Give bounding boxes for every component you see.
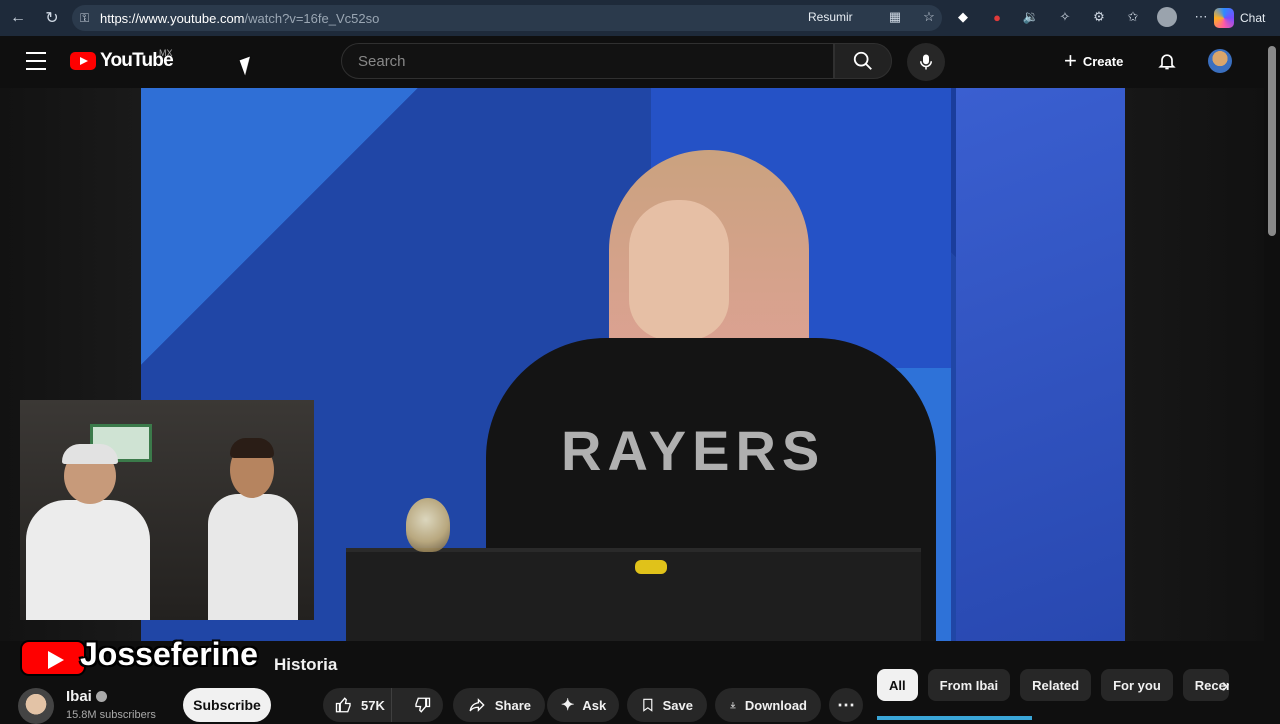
chip-from-channel[interactable]: From Ibai <box>927 669 1011 701</box>
extensions-puzzle-icon[interactable]: ✧ <box>1054 6 1076 28</box>
site-info-icon[interactable]: ⚿ <box>80 11 96 26</box>
url-host: https://www.youtube.com <box>100 10 245 26</box>
chip-all[interactable]: All <box>877 669 918 701</box>
summarize-button[interactable]: Resumir <box>808 10 853 24</box>
recommendation-chips: All From Ibai Related For you Recen <box>877 669 1229 701</box>
chevron-right-icon: › <box>1221 674 1229 697</box>
streamer-left <box>26 444 150 620</box>
jacket-lettering: RAYERS <box>561 419 826 482</box>
sparkle-icon: ✦ <box>561 697 575 714</box>
hamburger-menu-icon[interactable] <box>26 52 46 70</box>
search-placeholder: Search <box>358 52 406 70</box>
download-label: Download <box>744 697 807 713</box>
channel-avatar[interactable] <box>18 688 54 724</box>
plus-icon: + <box>1064 48 1077 73</box>
like-count: 57K <box>361 697 385 713</box>
more-options-icon[interactable]: ⋯ <box>1190 6 1212 28</box>
share-label: Share <box>494 697 531 713</box>
ask-label: Ask <box>582 697 607 713</box>
account-avatar[interactable] <box>1208 49 1232 73</box>
youtube-watermark-icon <box>20 640 86 676</box>
background-shape <box>956 88 1125 641</box>
reload-icon[interactable]: ↻ <box>37 3 67 33</box>
notifications-button[interactable] <box>1154 48 1180 74</box>
channel-name[interactable]: Ibai <box>66 688 107 705</box>
copilot-chat-button[interactable]: Chat <box>1214 6 1265 30</box>
recommendation-thumbnail[interactable] <box>877 716 1032 720</box>
ask-button[interactable]: ✦ Ask <box>547 688 619 722</box>
webcam-overlay <box>20 400 314 620</box>
back-icon[interactable]: ← <box>3 3 33 33</box>
save-label: Save <box>662 697 693 713</box>
dislike-button[interactable] <box>400 688 443 722</box>
search-button[interactable] <box>834 43 892 79</box>
volume-icon[interactable]: 🔉 <box>1020 6 1042 28</box>
bookmark-icon <box>643 698 653 712</box>
performance-icon[interactable]: ⚙ <box>1088 6 1110 28</box>
country-code: MX <box>159 48 173 58</box>
download-icon <box>730 702 736 709</box>
url-path: /watch?v=16fe_Vc52so <box>244 10 380 26</box>
ambient-right <box>1125 88 1264 641</box>
chip-related[interactable]: Related <box>1020 669 1092 701</box>
video-title: Historia <box>274 655 338 674</box>
thumbs-up-icon <box>335 697 351 713</box>
save-button[interactable]: Save <box>627 688 707 722</box>
share-button[interactable]: Share <box>453 688 545 722</box>
search-icon <box>853 51 872 70</box>
profile-icon[interactable] <box>1156 6 1178 28</box>
browser-toolbar: ← ↻ ⚿ https://www.youtube.com/watch?v=16… <box>0 0 1280 36</box>
extension-diamond-icon[interactable]: ◆ <box>952 6 974 28</box>
more-horizontal-icon: ⋯ <box>837 694 855 715</box>
extension-icons: ▦ ☆ ◆ ● 🔉 ✧ ⚙ ✩ ⋯ <box>884 6 1212 28</box>
chat-label: Chat <box>1240 11 1266 25</box>
page-scrollbar[interactable] <box>1264 36 1280 720</box>
extension-red-icon[interactable]: ● <box>986 6 1008 28</box>
light-bulb <box>406 498 450 552</box>
buzzer-button <box>635 560 667 574</box>
like-dislike-group: 57K <box>323 688 443 722</box>
share-arrow-icon <box>469 698 485 712</box>
create-label: Create <box>1082 53 1124 69</box>
favorite-star-icon[interactable]: ☆ <box>918 6 940 28</box>
channel-watermark: Josseferine <box>80 636 258 672</box>
scrollbar-thumb[interactable] <box>1268 46 1276 236</box>
subscriber-count: 15.8M subscribers <box>66 709 156 721</box>
search-input[interactable]: Search <box>341 43 834 79</box>
chip-for-you[interactable]: For you <box>1101 669 1173 701</box>
voice-search-button[interactable] <box>907 43 945 81</box>
verified-icon <box>95 691 107 702</box>
podium <box>346 548 921 641</box>
copilot-icon <box>1214 8 1234 28</box>
chips-next-button[interactable]: › <box>1212 673 1238 699</box>
create-button[interactable]: + Create <box>1058 46 1129 76</box>
thumbs-down-icon <box>415 697 430 713</box>
subscribe-button[interactable]: Subscribe <box>183 688 271 722</box>
youtube-logo[interactable]: YouTube <box>70 50 174 72</box>
more-actions-button[interactable]: ⋯ <box>829 688 863 722</box>
contestant-face <box>629 200 729 340</box>
streamer-right <box>200 438 300 620</box>
youtube-header: YouTube MX Search + Create <box>0 36 1280 88</box>
microphone-icon <box>920 54 932 70</box>
download-button[interactable]: Download <box>715 688 821 722</box>
split-screen-icon[interactable]: ▦ <box>884 6 906 28</box>
like-button[interactable]: 57K <box>323 688 393 722</box>
channel-name-text: Ibai <box>66 688 92 705</box>
youtube-play-icon <box>70 52 96 70</box>
bell-icon <box>1158 54 1176 70</box>
favorites-icon[interactable]: ✩ <box>1122 6 1144 28</box>
